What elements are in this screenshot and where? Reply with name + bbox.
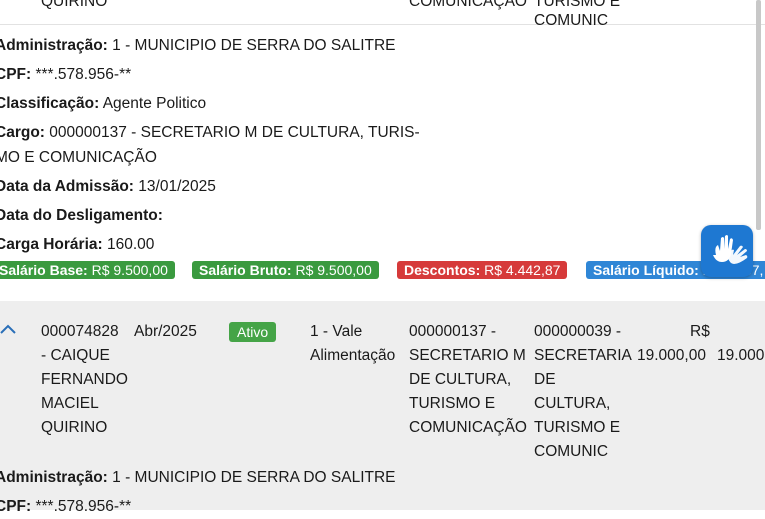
detail-cpf: CPF: ***.578.956-**	[0, 63, 131, 87]
detail-value: Agente Politico	[102, 95, 207, 112]
detail-value: 160.00	[107, 236, 155, 253]
valor-cell-2: 19.000	[717, 347, 765, 364]
chevron-up-icon[interactable]	[0, 322, 16, 336]
detail-label: Cargo:	[0, 124, 45, 141]
detail-data-admissao: Data da Admissão: 13/01/2025	[0, 175, 216, 199]
badge-value: R$ 9.500,00	[295, 262, 372, 278]
badge-value: R$ 9.500,00	[91, 262, 168, 278]
cell-line: TURISMO E	[534, 419, 621, 436]
cell-line: DE CULTURA,	[409, 371, 512, 388]
detail-label: Administração:	[0, 469, 108, 486]
row-separator	[0, 24, 765, 25]
cell-line: COMUNICAÇÃO	[409, 419, 527, 436]
cell-line: 000074828	[41, 323, 119, 340]
detail-label: Data da Admissão:	[0, 178, 134, 195]
cell-line: SECRETARIO M	[409, 347, 526, 364]
cell-line: MACIEL	[41, 395, 99, 412]
cell-line: 1 - Vale	[310, 323, 363, 340]
competencia-cell: Abr/2025	[134, 323, 197, 340]
detail-label: Data do Desligamento:	[0, 207, 163, 224]
scrollbar[interactable]	[756, 0, 761, 230]
cell-line: DE	[534, 371, 556, 388]
previous-row-cargo-tail: COMUNICAÇÃO	[409, 0, 527, 10]
cell-line: Alimentação	[310, 347, 396, 364]
detail-classificacao: Classificação: Agente Politico	[0, 92, 206, 116]
badge-label: Salário Líquido:	[593, 262, 699, 278]
cell-line: R$	[690, 323, 710, 340]
detail-value: 000000137 - SECRETARIO M DE CULTURA, TUR…	[49, 124, 420, 141]
status-badge: Ativo	[229, 322, 277, 342]
detail-cargo-line2: MO E COMUNICAÇÃO	[0, 149, 157, 166]
badge-label: Salário Bruto:	[199, 262, 292, 278]
cell-line: TURISMO E	[409, 395, 496, 412]
cell-line: SECRETARIA	[534, 347, 632, 364]
badge-label: Descontos:	[404, 262, 481, 278]
detail-value: 13/01/2025	[138, 178, 216, 195]
previous-row-name-tail: QUIRINO	[41, 0, 108, 10]
accessibility-button[interactable]	[701, 225, 753, 277]
detail-carga-horaria: Carga Horária: 160.00	[0, 233, 154, 257]
detail-label: CPF:	[0, 66, 32, 83]
detail-label: Classificação:	[0, 95, 100, 112]
detail-label: Carga Horária:	[0, 236, 103, 253]
badge-value: R$ 4.442,87	[484, 262, 561, 278]
sign-language-hands-icon	[713, 235, 748, 264]
cell-line: FERNANDO	[41, 371, 128, 388]
detail-value: 1 - MUNICIPIO DE SERRA DO SALITRE	[112, 37, 396, 54]
cell-line: 000000039 -	[534, 323, 622, 340]
detail-cpf: CPF: ***.578.956-**	[0, 495, 131, 519]
cell-line: - CAIQUE	[41, 347, 110, 364]
detail-value: ***.578.956-**	[35, 498, 132, 515]
detail-data-desligamento: Data do Desligamento:	[0, 204, 163, 228]
cell-line: 19.000,00	[637, 347, 706, 364]
cell-line: QUIRINO	[41, 419, 108, 436]
detail-administracao: Administração: 1 - MUNICIPIO DE SERRA DO…	[0, 34, 396, 58]
descontos-badge: Descontos: R$ 4.442,87	[397, 261, 568, 279]
detail-cargo: Cargo: 000000137 - SECRETARIO M DE CULTU…	[0, 121, 420, 145]
cell-line: COMUNIC	[534, 443, 609, 460]
detail-value: ***.578.956-**	[35, 66, 132, 83]
cell-line: CULTURA,	[534, 395, 611, 412]
detail-label: Administração:	[0, 37, 108, 54]
cell-line: 000000137 -	[409, 323, 497, 340]
detail-value: 1 - MUNICIPIO DE SERRA DO SALITRE	[112, 469, 396, 486]
previous-row-lotacao-tail-2: COMUNIC	[534, 12, 609, 29]
salario-base-badge: Salário Base: R$ 9.500,00	[0, 261, 175, 279]
salario-bruto-badge: Salário Bruto: R$ 9.500,00	[192, 261, 379, 279]
detail-label: CPF:	[0, 498, 32, 515]
badge-label: Salário Base:	[0, 262, 88, 278]
detail-administracao: Administração: 1 - MUNICIPIO DE SERRA DO…	[0, 466, 396, 490]
